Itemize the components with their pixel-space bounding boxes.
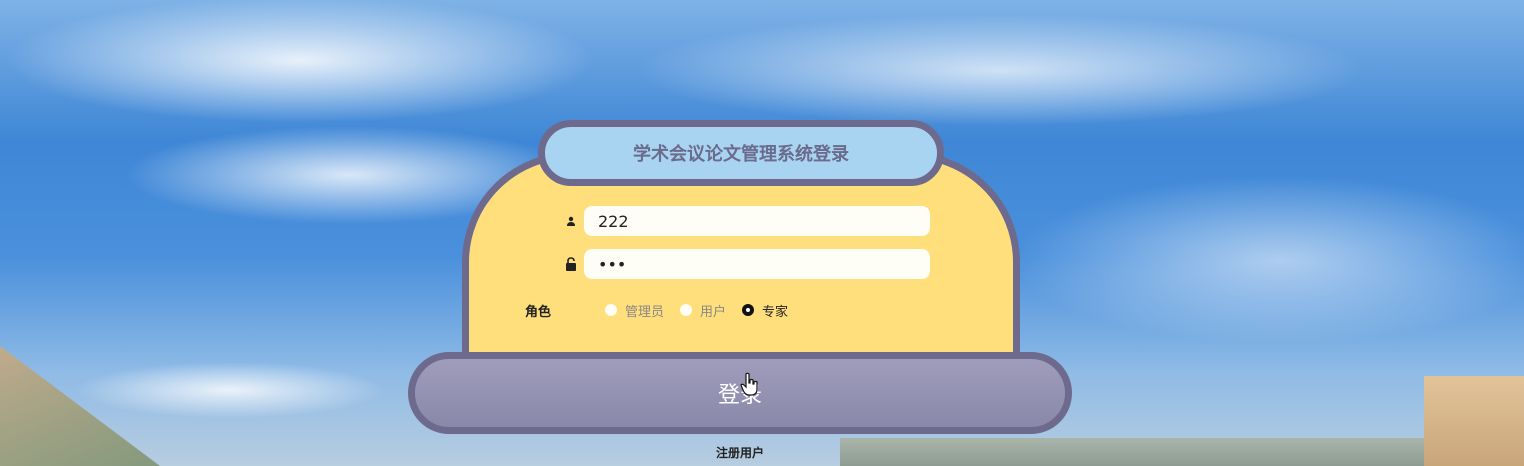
background-building xyxy=(840,438,1430,466)
password-row xyxy=(560,248,930,280)
role-option-admin[interactable]: 管理员 xyxy=(605,301,664,320)
radio-button[interactable] xyxy=(605,304,617,316)
page-title: 学术会议论文管理系统登录 xyxy=(538,120,944,186)
register-link-label: 注册用户 xyxy=(715,446,764,460)
role-option-expert[interactable]: 专家 xyxy=(742,301,788,320)
page-title-text: 学术会议论文管理系统登录 xyxy=(633,144,849,165)
background-building-right xyxy=(1424,376,1524,466)
background-tree xyxy=(0,346,160,466)
password-input[interactable] xyxy=(584,249,930,279)
username-input[interactable] xyxy=(584,206,930,236)
register-link[interactable]: 注册用户 xyxy=(700,444,780,461)
role-selector: 角色 管理员 用户 专家 xyxy=(525,300,804,320)
radio-button[interactable] xyxy=(680,304,693,316)
user-icon xyxy=(560,216,582,226)
role-label: 角色 xyxy=(525,304,552,320)
hand-cursor-icon xyxy=(740,372,758,396)
role-option-label: 管理员 xyxy=(625,304,665,320)
radio-button-checked[interactable] xyxy=(742,304,755,316)
username-row xyxy=(560,205,930,237)
role-option-label: 用户 xyxy=(700,304,727,320)
role-option-user[interactable]: 用户 xyxy=(680,301,726,320)
lock-icon xyxy=(560,257,582,271)
role-option-label: 专家 xyxy=(762,304,789,320)
